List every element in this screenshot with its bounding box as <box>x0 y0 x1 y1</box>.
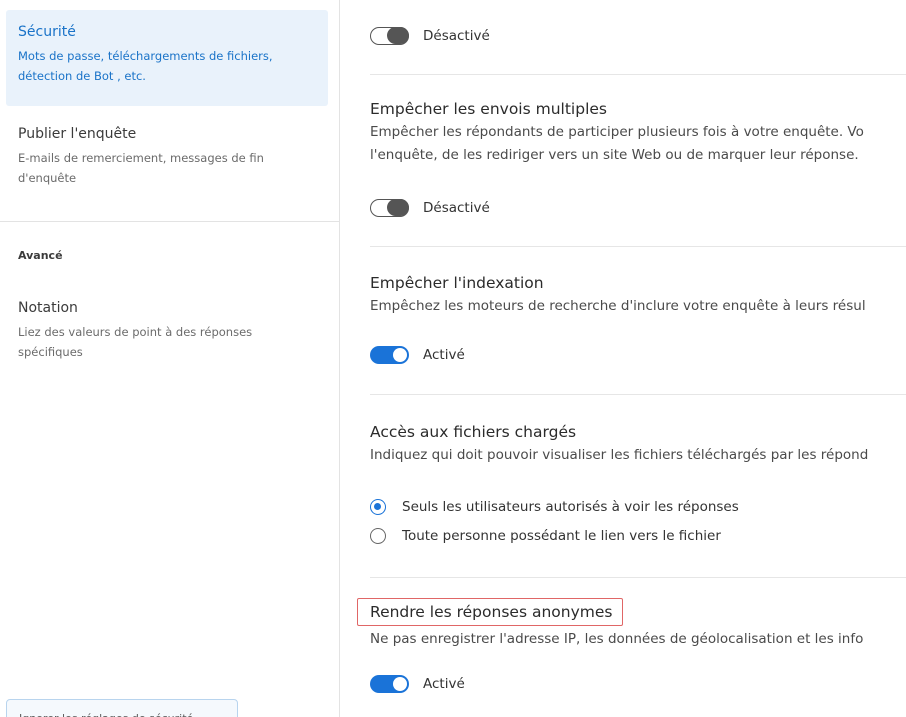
setting-title: Rendre les réponses anonymes <box>356 598 624 626</box>
toggle-knob <box>393 348 407 362</box>
setting-description-line: Empêcher les répondants de participer pl… <box>370 124 864 140</box>
toggle-knob <box>393 677 407 691</box>
sidebar-item-desc: E-mails de remerciement, messages de fin… <box>18 148 316 188</box>
indexing-toggle[interactable] <box>370 346 409 364</box>
sidebar-item-title: Sécurité <box>18 24 76 40</box>
radio-button[interactable] <box>370 499 386 515</box>
anonymize-toggle[interactable] <box>370 675 409 693</box>
toggle-state-label: Activé <box>423 676 465 692</box>
toggle-knob <box>372 201 385 214</box>
previous-setting-toggle[interactable] <box>370 27 409 45</box>
setting-description: Empêcher les répondants de participer pl… <box>370 121 906 167</box>
sidebar-item-desc-line: d'enquête <box>18 171 77 185</box>
setting-uploaded-files-access: Accès aux fichiers chargés Indiquez qui … <box>370 422 906 467</box>
section-divider <box>370 577 906 578</box>
sidebar-item-title: Publier l'enquête <box>18 126 137 142</box>
setting-anonymize-responses: Rendre les réponses anonymes Ne pas enre… <box>356 598 906 651</box>
toggle-knob <box>372 29 385 42</box>
radio-label: Seuls les utilisateurs autorisés à voir … <box>402 499 739 515</box>
sidebar-item-desc: Liez des valeurs de point à des réponses… <box>18 322 316 362</box>
setting-description: Ne pas enregistrer l'adresse IP, les don… <box>370 631 864 647</box>
bypass-security-card[interactable]: Ignorer les réglages de sécurité <box>6 699 238 717</box>
sidebar-item-desc-line: Mots de passe, téléchargements de fichie… <box>18 49 273 63</box>
multiple-submissions-toggle-row: Désactivé <box>370 198 490 218</box>
setting-description: Indiquez qui doit pouvoir visualiser les… <box>370 447 869 463</box>
sidebar-item-desc-line: E-mails de remerciement, messages de fin <box>18 151 264 165</box>
bypass-security-label: Ignorer les réglages de sécurité <box>7 700 237 717</box>
radio-label: Toute personne possédant le lien vers le… <box>402 528 721 544</box>
previous-setting-toggle-row: Désactivé <box>370 26 490 46</box>
sidebar-item-security[interactable]: Sécurité Mots de passe, téléchargements … <box>6 10 328 106</box>
sidebar-item-desc: Mots de passe, téléchargements de fichie… <box>18 46 316 86</box>
anonymize-toggle-row: Activé <box>370 674 465 694</box>
file-access-option-authorized[interactable]: Seuls les utilisateurs autorisés à voir … <box>370 499 739 515</box>
toggle-state-label: Désactivé <box>423 200 490 216</box>
setting-title: Empêcher les envois multiples <box>370 100 607 118</box>
sidebar-item-publish[interactable]: Publier l'enquête E-mails de remerciemen… <box>6 126 328 206</box>
settings-sidebar: Sécurité Mots de passe, téléchargements … <box>0 0 340 717</box>
setting-prevent-indexing: Empêcher l'indexation Empêchez les moteu… <box>370 273 906 318</box>
sidebar-item-desc-line: détection de Bot , etc. <box>18 69 146 83</box>
file-access-option-anyone-with-link[interactable]: Toute personne possédant le lien vers le… <box>370 528 721 544</box>
toggle-state-label: Activé <box>423 347 465 363</box>
sidebar-item-desc-line: Liez des valeurs de point à des réponses <box>18 325 253 339</box>
settings-content: Désactivé Empêcher les envois multiples … <box>341 0 906 717</box>
section-divider <box>370 394 906 395</box>
sidebar-item-desc-line: spécifiques <box>18 345 83 359</box>
multiple-submissions-toggle[interactable] <box>370 199 409 217</box>
sidebar-divider <box>0 221 339 222</box>
setting-title: Accès aux fichiers chargés <box>370 423 577 441</box>
indexing-toggle-row: Activé <box>370 345 465 365</box>
radio-button[interactable] <box>370 528 386 544</box>
setting-prevent-multiple-submissions: Empêcher les envois multiples Empêcher l… <box>370 99 906 167</box>
sidebar-item-title: Notation <box>18 300 78 316</box>
sidebar-item-scoring[interactable]: Notation Liez des valeurs de point à des… <box>6 300 328 380</box>
section-label-advanced: Avancé <box>18 249 63 262</box>
section-divider <box>370 246 906 247</box>
toggle-state-label: Désactivé <box>423 28 490 44</box>
setting-description: Empêchez les moteurs de recherche d'incl… <box>370 298 866 314</box>
section-divider <box>370 74 906 75</box>
setting-description-line: l'enquête, de les rediriger vers un site… <box>370 147 859 163</box>
setting-title: Empêcher l'indexation <box>370 274 544 292</box>
